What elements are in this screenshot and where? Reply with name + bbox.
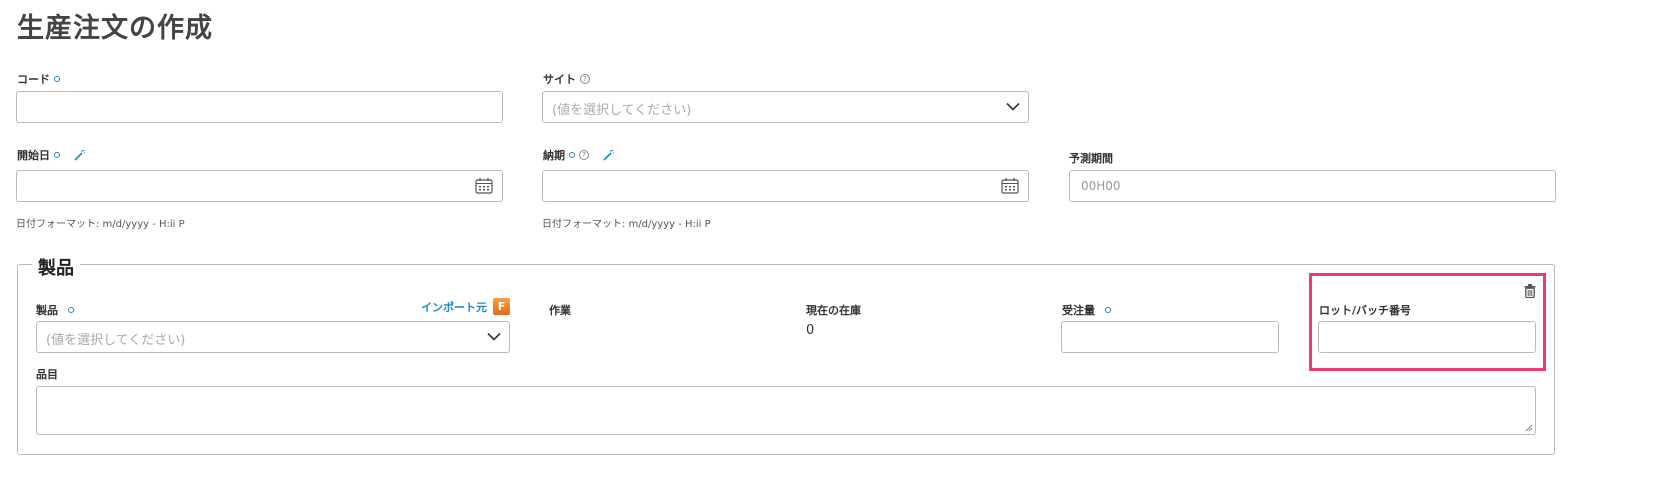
help-icon[interactable]: ? [580,74,590,84]
task-label-text: 作業 [549,304,571,317]
import-from-link[interactable]: インポート元 F [421,298,510,315]
magic-wand-icon[interactable] [603,149,614,161]
product-label: 製品 [36,302,74,318]
item-textarea[interactable] [36,386,1536,435]
due-date-label: 納期 ? [543,147,614,163]
required-indicator-icon [569,152,575,158]
products-legend: 製品 [32,254,80,280]
forecast-period-placeholder: 00H00 [1081,179,1121,193]
order-qty-label-text: 受注量 [1062,304,1095,317]
forecast-period-input[interactable]: 00H00 [1069,170,1556,202]
chevron-down-icon [487,332,501,341]
start-date-label-text: 開始日 [17,149,50,162]
order-qty-label: 受注量 [1062,302,1111,318]
chevron-down-icon [1006,102,1020,111]
site-select[interactable]: (値を選択してください) [542,91,1029,123]
import-source-icon: F [493,298,510,315]
page-title: 生産注文の作成 [17,13,213,44]
code-label-text: コード [17,73,50,86]
item-label-text: 品目 [36,368,58,381]
required-indicator-icon [68,307,74,313]
code-input[interactable] [16,91,503,123]
start-date-format-hint: 日付フォーマット: m/d/yyyy - H:ii P [16,219,185,230]
forecast-period-label-text: 予測期間 [1069,152,1113,165]
highlight-box [1309,273,1546,371]
current-stock-label: 現在の在庫 [806,302,861,318]
required-indicator-icon [54,76,60,82]
code-label: コード [17,71,60,87]
site-label: サイト ? [543,71,590,87]
start-date-input[interactable] [16,170,503,202]
order-qty-input[interactable] [1061,321,1279,353]
current-stock-value: 0 [806,323,815,338]
calendar-icon[interactable] [1001,178,1019,194]
help-icon[interactable]: ? [579,150,589,160]
forecast-period-label: 予測期間 [1069,150,1113,166]
required-indicator-icon [1105,307,1111,313]
task-label: 作業 [549,302,571,318]
site-label-text: サイト [543,73,576,86]
due-date-input[interactable] [542,170,1029,202]
import-from-label: インポート元 [421,300,487,314]
product-label-text: 製品 [36,304,58,317]
product-select-placeholder: (値を選択してください) [46,333,186,348]
magic-wand-icon[interactable] [74,149,85,161]
due-date-label-text: 納期 [543,149,565,162]
site-select-placeholder: (値を選択してください) [552,103,692,118]
start-date-label: 開始日 [17,147,85,163]
item-label: 品目 [36,366,58,382]
required-indicator-icon [54,152,60,158]
calendar-icon[interactable] [475,178,493,194]
resize-handle-icon[interactable] [1525,424,1533,432]
due-date-format-hint: 日付フォーマット: m/d/yyyy - H:ii P [542,219,711,230]
product-select[interactable]: (値を選択してください) [36,321,510,353]
current-stock-label-text: 現在の在庫 [806,304,861,317]
